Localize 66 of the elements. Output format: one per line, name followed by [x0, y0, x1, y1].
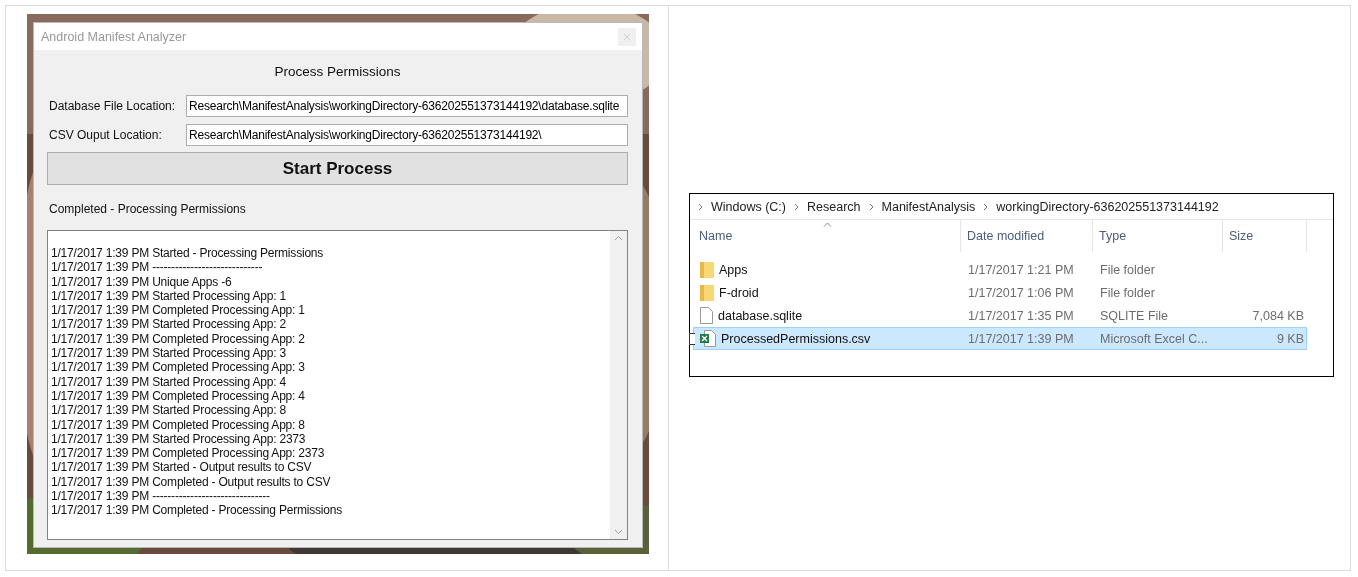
chevron-icon — [794, 202, 799, 211]
chevron-icon — [868, 202, 874, 211]
file-type: File folder — [1099, 285, 1156, 300]
path-field[interactable]: Research\ManifestAnalysis\workingDirectory-636202551373144192\ — [186, 123, 628, 146]
checkbox-icon[interactable] — [689, 332, 695, 345]
date-modified: 1/17/2017 1:21 PM — [967, 262, 1075, 277]
log-line: 1/17/2017 1:39 PM Started Processing App: 3 — [51, 346, 287, 361]
folder-icon — [700, 261, 714, 278]
log-line: 1/17/2017 1:39 PM Started Processing App: 2373 — [51, 431, 307, 447]
date-modified: 1/17/2017 1:06 PM — [967, 285, 1075, 300]
breadcrumb-item[interactable]: Research — [807, 199, 861, 214]
status-text: Completed - Processing Permissions — [49, 202, 247, 216]
file-name: F-droid — [719, 285, 759, 300]
scroll-down-icon[interactable] — [614, 529, 623, 535]
chevron-icon — [698, 202, 703, 211]
log-line: 1/17/2017 1:39 PM Started - Processing Permissions — [51, 246, 325, 261]
window-title: Android Manifest Analyzer — [41, 29, 187, 44]
file-row[interactable]: F-droid 1/17/2017 1:06 PM File folder — [693, 281, 1307, 304]
log-line: 1/17/2017 1:39 PM Completed Processing App: 3 — [51, 360, 306, 375]
form-heading: Process Permissions — [273, 64, 402, 79]
log-line: 1/17/2017 1:39 PM Started Processing App: 1 — [51, 288, 287, 304]
file-name: database.sqlite — [718, 308, 803, 323]
file-size: 9 KB — [1275, 331, 1305, 346]
path-field[interactable]: Research\ManifestAnalysis\workingDirectory-636202551373144192\database.sqlite — [186, 94, 628, 117]
field-label: Database File Location: — [48, 98, 177, 113]
file-type: Microsoft Excel C... — [1099, 331, 1209, 346]
column-header[interactable]: Type — [1093, 220, 1223, 252]
log-line: 1/17/2017 1:39 PM Completed Processing App: 1 — [51, 303, 306, 318]
file-type: File folder — [1099, 262, 1156, 277]
log-line: 1/17/2017 1:39 PM Completed Processing App: 4 — [51, 388, 306, 404]
scrollbar[interactable] — [610, 231, 627, 539]
spreadsheet-icon — [700, 330, 716, 347]
column-header[interactable]: Name — [693, 220, 961, 252]
file-size: 7,084 KB — [1251, 308, 1305, 323]
breadcrumb-item[interactable]: ManifestAnalysis — [881, 199, 976, 214]
file-name: Apps — [719, 262, 748, 277]
breadcrumb-item[interactable]: Windows (C:) — [711, 199, 786, 214]
column-header[interactable]: Size — [1223, 220, 1307, 252]
sort-caret-icon — [822, 222, 832, 227]
file-row[interactable]: Apps 1/17/2017 1:21 PM File folder — [693, 258, 1307, 281]
scroll-up-icon[interactable] — [614, 235, 623, 241]
log-line: 1/17/2017 1:39 PM Started Processing App: 4 — [51, 374, 287, 389]
log-line: 1/17/2017 1:39 PM Completed Processing App: 2373 — [51, 446, 326, 461]
log-line: 1/17/2017 1:39 PM Completed - Output results to CSV — [51, 474, 332, 490]
file-row[interactable]: database.sqlite 1/17/2017 1:35 PM SQLITE File 7,084 KB — [693, 304, 1307, 327]
field-label: CSV Ouput Location: — [48, 127, 163, 142]
log-line: 1/17/2017 1:39 PM Unique Apps -6 — [51, 274, 233, 289]
log-line: 1/17/2017 1:39 PM Completed Processing App: 8 — [51, 417, 306, 432]
date-modified: 1/17/2017 1:39 PM — [967, 331, 1075, 346]
file-type: SQLITE File — [1099, 308, 1170, 323]
folder-icon — [700, 284, 714, 301]
log-line: 1/17/2017 1:39 PM Started Processing App: 8 — [51, 403, 287, 418]
chevron-icon — [983, 202, 989, 211]
file-icon — [700, 307, 713, 324]
date-modified: 1/17/2017 1:35 PM — [967, 308, 1075, 323]
start-process-button[interactable]: Start Process — [47, 152, 628, 185]
close-icon[interactable] — [618, 27, 636, 46]
log-line: 1/17/2017 1:39 PM Started Processing App: 2 — [51, 317, 287, 332]
log-line: 1/17/2017 1:39 PM Started - Output results to CSV — [51, 460, 313, 475]
breadcrumb-item[interactable]: workingDirectory-636202551373144192 — [996, 199, 1219, 214]
file-name: ProcessedPermissions.csv — [721, 331, 871, 346]
column-header[interactable]: Date modified — [961, 220, 1093, 252]
log-line: 1/17/2017 1:39 PM ------------------------------- — [51, 489, 271, 504]
log-line: 1/17/2017 1:39 PM ----------------------------- — [51, 260, 264, 275]
log-line: 1/17/2017 1:39 PM Completed Processing App: 2 — [51, 331, 306, 347]
log-line: 1/17/2017 1:39 PM Completed - Processing Permissions — [51, 503, 344, 518]
